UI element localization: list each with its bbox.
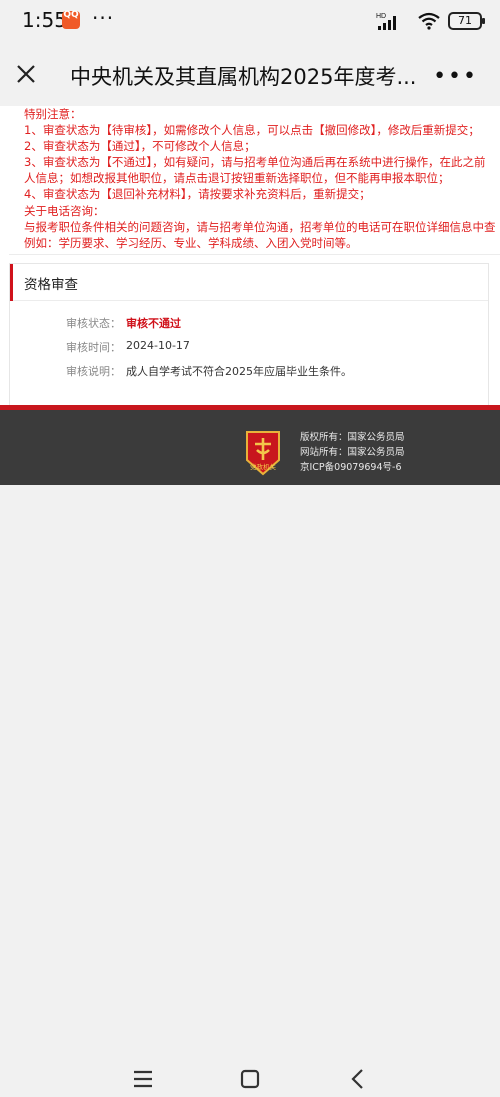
notice-line: 4、审查状态为【退回补充材料】，请按要求补充资料后，重新提交； [24, 187, 371, 202]
wifi-icon [418, 12, 440, 30]
more-menu-icon[interactable]: ••• [433, 64, 478, 89]
status-more-dots: ··· [92, 6, 115, 30]
footer-site-owner: 网站所有：国家公务员局 [300, 447, 405, 458]
main-content: 特别注意： 1、审查状态为【待审核】，如需修改个人信息，可以点击【撤回修改】，修… [0, 106, 500, 410]
notice-line: 1、审查状态为【待审核】，如需修改个人信息，可以点击【撤回修改】，修改后重新提交… [24, 123, 480, 138]
review-title: 资格审查 [24, 277, 78, 293]
network-label: HD [376, 13, 386, 20]
qualification-review-card: 资格审查 审核状态： 审核不通过 审核时间： 2024-10-17 审核说明： … [9, 263, 489, 410]
notice-line: 2、审查状态为【通过】，不可修改个人信息； [24, 139, 256, 154]
site-footer: 党政机关 版权所有：国家公务员局 网站所有：国家公务员局 京ICP备090796… [0, 410, 500, 485]
accent-bar [10, 264, 13, 301]
signal-icon: HD [376, 13, 396, 30]
qq-app-icon: QQ [62, 11, 80, 29]
time-value: 2024-10-17 [126, 339, 190, 352]
status-label: 审核状态： [66, 317, 121, 330]
notice-line: 与报考职位条件相关的问题咨询，请与招考单位沟通，招考单位的电话可在职位详细信息中… [24, 219, 496, 234]
desc-value: 成人自学考试不符合2025年应届毕业生条件。 [126, 365, 352, 378]
status-time: 1:55 [22, 8, 67, 32]
time-label: 审核时间： [66, 341, 121, 354]
desc-label: 审核说明： [66, 365, 121, 378]
home-icon[interactable] [237, 1066, 263, 1092]
menu-icon[interactable] [130, 1066, 156, 1092]
footer-info: 版权所有：国家公务员局 网站所有：国家公务员局 京ICP备09079694号-6 [300, 430, 405, 475]
system-nav-bar [0, 1060, 500, 1097]
close-icon[interactable] [12, 60, 40, 88]
status-value: 审核不通过 [126, 317, 181, 330]
back-icon[interactable] [345, 1066, 371, 1092]
notice-text: 特别注意： 1、审查状态为【待审核】，如需修改个人信息，可以点击【撤回修改】，修… [24, 106, 500, 251]
status-indicators: HD 71 [376, 10, 485, 32]
emblem-text: 党政机关 [250, 462, 277, 471]
notice-line: 关于电话咨询： [24, 203, 105, 218]
battery-icon: 71 [448, 12, 485, 30]
government-emblem-icon: 党政机关 [246, 431, 280, 476]
footer-copyright: 版权所有：国家公务员局 [300, 432, 405, 443]
status-bar: 1:55 QQ ··· HD 71 [0, 0, 500, 44]
notice-line: 人信息；如想改报其他职位，请点击退订按钮重新选择职位，但不能再申报本职位； [24, 171, 450, 186]
notice-line: 3、审查状态为【不通过】，如有疑问，请与招考单位沟通后再在系统中进行操作，在此之… [24, 155, 486, 170]
review-header: 资格审查 [10, 264, 488, 301]
page-title: 中央机关及其直属机构2025年度考... [70, 65, 417, 89]
title-bar: 中央机关及其直属机构2025年度考... ••• [0, 44, 500, 106]
footer-icp[interactable]: 京ICP备09079694号-6 [300, 460, 405, 475]
notice-line: 例如：学历要求、学习经历、专业、学科成绩、入团入党时间等。 [24, 235, 358, 250]
notice-line: 特别注意： [24, 107, 82, 121]
